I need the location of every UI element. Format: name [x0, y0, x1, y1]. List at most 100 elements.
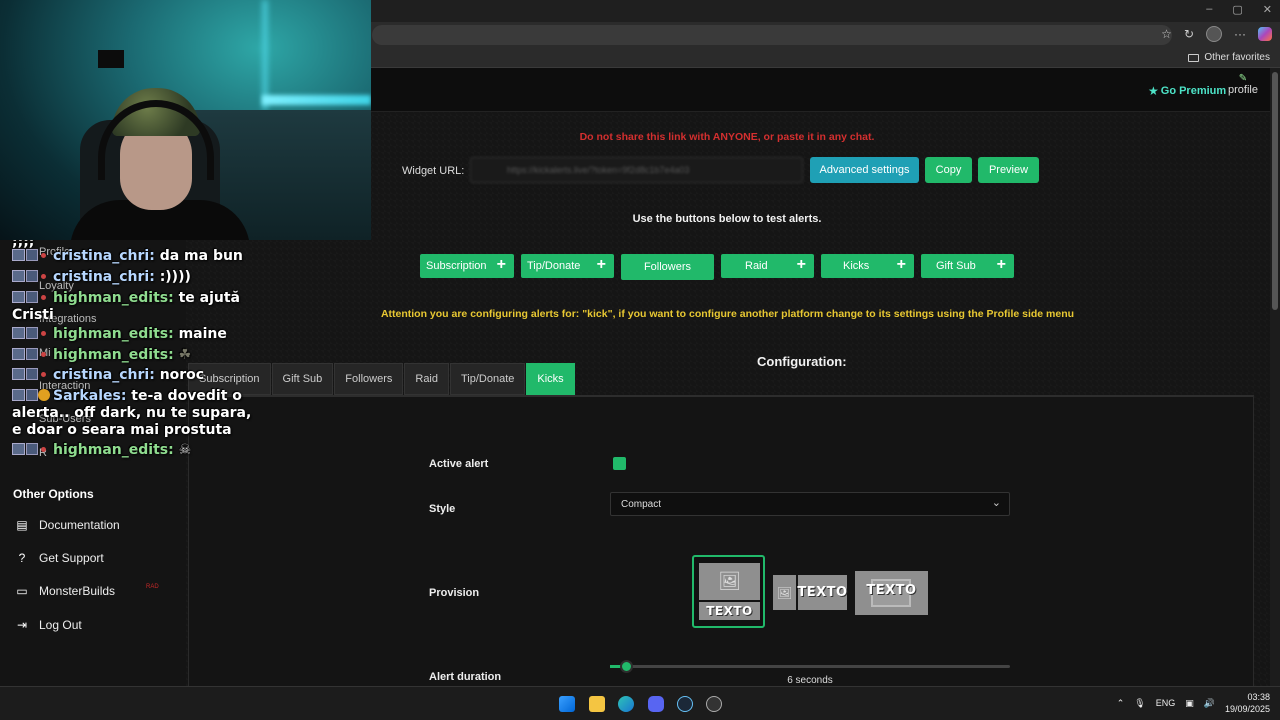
- star-icon[interactable]: ☆: [1161, 27, 1172, 41]
- close-icon[interactable]: ✕: [1263, 3, 1272, 16]
- active-alert-checkbox[interactable]: [613, 457, 626, 470]
- sidebar-item-label: MonsterBuilds: [39, 584, 116, 598]
- sidebar-item-label: Get Support: [39, 551, 104, 565]
- tab-gift-sub[interactable]: Gift Sub: [271, 363, 334, 395]
- page-scrollbar[interactable]: [1270, 68, 1280, 686]
- profile-link[interactable]: ✎ profile: [1228, 73, 1258, 96]
- chat-text: te ajută: [178, 290, 240, 306]
- test-tip-button[interactable]: Tip/Donate +: [521, 254, 614, 278]
- address-bar[interactable]: [372, 25, 1172, 45]
- tab-kicks[interactable]: Kicks: [526, 363, 575, 395]
- active-alert-label: Active alert: [429, 458, 489, 470]
- steam-icon[interactable]: [677, 696, 693, 712]
- duration-slider-track[interactable]: [610, 665, 1010, 668]
- platform-attention: Attention you are configuring alerts for…: [380, 308, 1075, 320]
- edge-icon[interactable]: [618, 696, 634, 712]
- scroll-thumb[interactable]: [1272, 72, 1278, 310]
- plus-icon: +: [496, 256, 506, 273]
- folder-icon: [1188, 53, 1200, 62]
- test-kicks-button[interactable]: Kicks +: [821, 254, 914, 278]
- profile-avatar[interactable]: [1206, 26, 1222, 42]
- maximize-icon[interactable]: ▢: [1232, 3, 1242, 16]
- duration-slider-handle[interactable]: [620, 660, 633, 673]
- monitor-icon[interactable]: ▣: [1185, 698, 1194, 709]
- provision-option-stacked[interactable]: 🖼 TEXTO: [692, 555, 765, 628]
- chat-text: maine: [178, 326, 227, 342]
- chat-text: Cristi: [12, 307, 54, 323]
- widget-url-label: Widget URL:: [402, 165, 465, 177]
- tab-followers[interactable]: Followers: [334, 363, 404, 395]
- provision-option-side-text[interactable]: TEXTO: [797, 575, 847, 610]
- clock-time: 03:38: [1247, 692, 1270, 702]
- window-controls: – ▢ ✕: [1206, 3, 1272, 16]
- minimize-icon[interactable]: –: [1206, 3, 1212, 16]
- chat-text: :)))): [159, 269, 191, 285]
- start-icon[interactable]: [559, 696, 575, 712]
- book-icon: ▤: [16, 518, 28, 532]
- copilot-icon[interactable]: [1258, 27, 1272, 41]
- premium-label: Go Premium: [1160, 85, 1227, 97]
- chat-message: cristina_chri: da ma bun: [12, 248, 243, 265]
- favorites-folder[interactable]: Other favorites: [1188, 52, 1270, 63]
- chat-username: cristina_chri:: [53, 269, 155, 285]
- browser-toolbar: ☆ ↻ ···: [1161, 26, 1272, 42]
- test-followers-button[interactable]: Followers: [621, 254, 714, 280]
- test-button-label: Followers: [643, 261, 692, 273]
- provision-text: TEXTO: [699, 602, 760, 620]
- provision-option-overlay[interactable]: TEXTO: [855, 571, 928, 615]
- tab-raid[interactable]: Raid: [404, 363, 449, 395]
- test-subscription-button[interactable]: Subscription +: [420, 254, 514, 278]
- test-giftsub-button[interactable]: Gift Sub +: [921, 254, 1014, 278]
- discord-icon[interactable]: [648, 696, 664, 712]
- tab-tip-donate[interactable]: Tip/Donate: [450, 363, 526, 395]
- preview-button[interactable]: Preview: [978, 157, 1039, 183]
- chat-message: cristina_chri: noroc: [12, 367, 204, 384]
- emote-icon: ☠: [178, 442, 192, 458]
- chat-badges: [12, 290, 48, 304]
- question-icon: ?: [18, 551, 26, 565]
- chat-username: Sarkales:: [53, 388, 127, 404]
- copy-button[interactable]: Copy: [925, 157, 972, 183]
- volume-icon[interactable]: 🔊: [1204, 698, 1215, 709]
- wall-mount: [98, 50, 124, 68]
- image-icon: 🖼: [699, 563, 760, 600]
- go-premium-link[interactable]: ★ Go Premium: [1148, 84, 1226, 98]
- style-select[interactable]: Compact ⌄: [610, 492, 1010, 516]
- provision-option-side-image[interactable]: 🖼: [773, 575, 796, 610]
- duration-value: 6 seconds: [787, 675, 833, 686]
- obs-icon[interactable]: [706, 696, 722, 712]
- language-indicator[interactable]: ENG: [1156, 698, 1176, 708]
- chat-text: da ma bun: [159, 248, 243, 264]
- sidebar-item-logout[interactable]: ⇥ Log Out: [15, 615, 82, 635]
- sidebar-item-documentation[interactable]: ▤ Documentation: [15, 515, 120, 535]
- chevron-up-icon[interactable]: ⌃: [1117, 698, 1125, 709]
- sidebar-item-label: Documentation: [39, 518, 120, 532]
- refresh-icon[interactable]: ↻: [1184, 27, 1194, 41]
- led-strip: [262, 95, 371, 105]
- more-icon[interactable]: ···: [1234, 27, 1246, 41]
- style-label: Style: [429, 503, 456, 515]
- chat-text: alerta.. off dark, nu te supara,: [12, 405, 252, 421]
- provision-overlay-text: TEXTO: [866, 583, 917, 598]
- widget-url-field[interactable]: https://kickalerts.live/?token=9f2d8c1b7…: [470, 157, 803, 183]
- alert-tabs: Subscription Gift Sub Followers Raid Tip…: [188, 363, 576, 395]
- file-explorer-icon[interactable]: [589, 696, 605, 712]
- microphone-icon[interactable]: 🎙: [1134, 698, 1145, 709]
- test-raid-button[interactable]: Raid +: [721, 254, 814, 278]
- image-icon: 🖼: [776, 585, 793, 600]
- laptop-icon: ▭: [16, 584, 28, 598]
- share-warning: Do not share this link with ANYONE, or p…: [579, 131, 875, 143]
- advanced-settings-button[interactable]: Advanced settings: [810, 157, 919, 183]
- sidebar-item-support[interactable]: ? Get Support: [15, 548, 104, 568]
- sidebar-item-monsterbuilds[interactable]: ▭ MonsterBuilds: [15, 581, 115, 601]
- other-options-heading: Other Options: [13, 487, 94, 501]
- chat-message: Cristi: [12, 307, 54, 324]
- clock[interactable]: 03:38 19/09/2025: [1225, 691, 1270, 715]
- logout-icon: ⇥: [16, 618, 28, 632]
- chat-username: cristina_chri:: [53, 367, 155, 383]
- emote-icon: ☘: [178, 347, 192, 363]
- chat-badges: [12, 388, 50, 402]
- chat-message: alerta.. off dark, nu te supara,: [12, 405, 251, 422]
- chat-message: cristina_chri: :)))): [12, 269, 191, 286]
- taskbar: ⌃ 🎙 ENG ▣ 🔊 03:38 19/09/2025: [0, 686, 1280, 720]
